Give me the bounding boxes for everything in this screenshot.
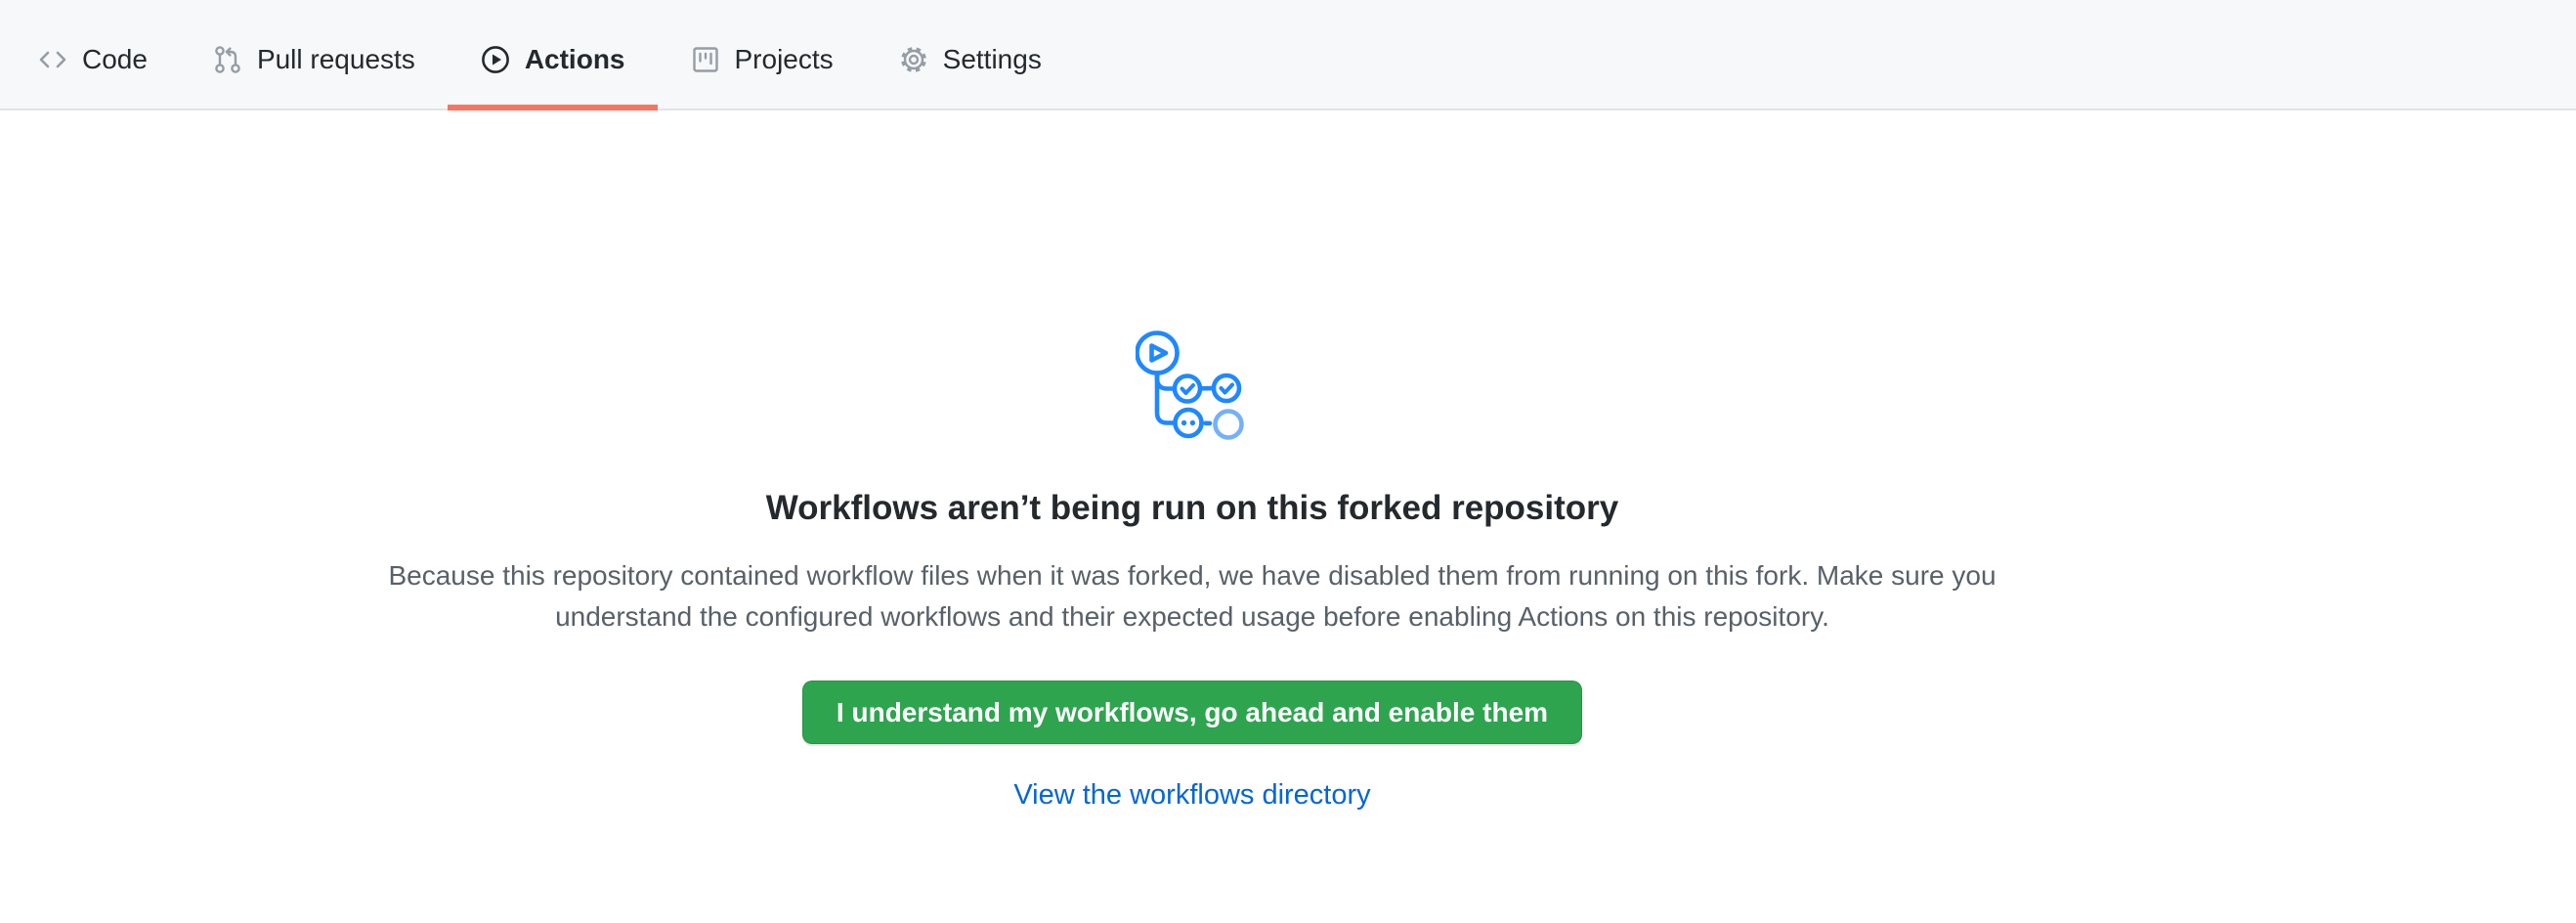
view-workflows-directory-link[interactable]: View the workflows directory	[1013, 777, 1370, 813]
enable-workflows-button[interactable]: I understand my workflows, go ahead and …	[802, 681, 1582, 744]
tab-label: Settings	[943, 46, 1042, 73]
code-icon	[37, 44, 68, 75]
pull-request-icon	[212, 44, 243, 75]
empty-state-title: Workflows aren’t being run on this forke…	[766, 487, 1619, 530]
tab-projects[interactable]: Projects	[658, 0, 866, 109]
play-circle-icon	[480, 44, 511, 75]
tab-label: Code	[82, 46, 148, 73]
actions-workflow-graph-icon	[1136, 330, 1249, 440]
tab-label: Pull requests	[257, 46, 415, 73]
empty-state-description: Because this repository contained workfl…	[352, 555, 2033, 637]
tab-actions[interactable]: Actions	[448, 0, 658, 109]
repo-tab-nav: Code Pull requests Actions Projects	[0, 0, 2576, 110]
tab-label: Actions	[525, 46, 625, 73]
tab-label: Projects	[735, 46, 834, 73]
actions-empty-state: Workflows aren’t being run on this forke…	[0, 110, 2384, 813]
tab-code[interactable]: Code	[5, 0, 180, 109]
tab-pull-requests[interactable]: Pull requests	[180, 0, 448, 109]
gear-icon	[898, 44, 929, 75]
tab-settings[interactable]: Settings	[866, 0, 1074, 109]
project-board-icon	[690, 44, 721, 75]
